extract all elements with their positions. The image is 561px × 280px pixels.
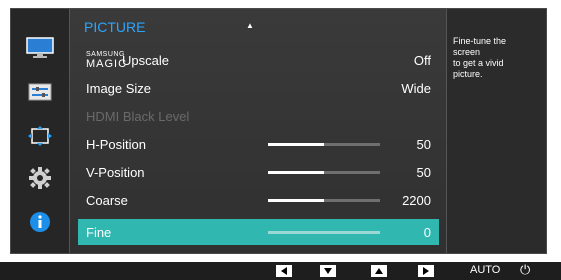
- down-arrow-icon: [324, 268, 332, 274]
- image-size-value: Wide: [401, 81, 431, 96]
- v-position-slider[interactable]: [268, 171, 380, 174]
- help-line: Fine-tune the: [453, 36, 507, 46]
- menu-row-h-position[interactable]: H-Position 50: [78, 131, 439, 157]
- right-arrow-button[interactable]: [418, 265, 434, 277]
- menu-row-image-size[interactable]: Image Size Wide: [78, 75, 439, 101]
- help-line: picture.: [453, 69, 483, 79]
- coarse-slider[interactable]: [268, 199, 380, 202]
- right-arrow-icon: [423, 267, 429, 275]
- left-arrow-button[interactable]: [276, 265, 292, 277]
- up-arrow-button[interactable]: [371, 265, 387, 277]
- help-text: Fine-tune the screen to get a vivid pict…: [453, 36, 539, 80]
- coarse-label: Coarse: [86, 193, 128, 208]
- magic-brand-big: MAGIC: [86, 58, 128, 70]
- left-arrow-icon: [281, 267, 287, 275]
- osd-menu: PICTURE ▲ SAMSUNG MAGIC Upscale Off Imag…: [69, 9, 447, 253]
- hdmi-black-level-label: HDMI Black Level: [86, 109, 190, 124]
- fine-value: 0: [423, 225, 431, 240]
- fine-label: Fine: [86, 225, 112, 240]
- monitor-icon[interactable]: [24, 35, 56, 61]
- menu-row-fine[interactable]: Fine 0: [78, 219, 439, 245]
- scroll-up-icon: ▲: [246, 21, 254, 30]
- fine-slider[interactable]: [268, 231, 380, 234]
- h-position-value: 50: [416, 137, 431, 152]
- button-guide-bar: AUTO ⏻: [0, 262, 561, 280]
- up-arrow-icon: [375, 268, 383, 274]
- magic-brand-small: SAMSUNG: [86, 51, 125, 58]
- help-line: screen: [453, 47, 481, 57]
- resize-arrows-icon[interactable]: [24, 123, 56, 149]
- osd-window: PICTURE ▲ SAMSUNG MAGIC Upscale Off Imag…: [10, 8, 547, 254]
- auto-button[interactable]: AUTO: [470, 264, 500, 276]
- v-position-value: 50: [416, 165, 431, 180]
- coarse-value: 2200: [402, 193, 431, 208]
- h-position-slider[interactable]: [268, 143, 380, 146]
- menu-row-hdmi-black-level: HDMI Black Level: [78, 103, 439, 129]
- down-arrow-button[interactable]: [320, 265, 336, 277]
- sliders-icon[interactable]: [24, 79, 56, 105]
- magic-upscale-label: Upscale: [122, 53, 169, 68]
- h-position-label: H-Position: [86, 137, 146, 152]
- power-icon[interactable]: ⏻: [520, 262, 530, 278]
- v-position-label: V-Position: [86, 165, 145, 180]
- menu-title: PICTURE: [84, 19, 146, 35]
- menu-row-coarse[interactable]: Coarse 2200: [78, 187, 439, 213]
- magic-upscale-value: Off: [413, 53, 431, 68]
- image-size-label: Image Size: [86, 81, 152, 96]
- menu-row-magic-upscale[interactable]: SAMSUNG MAGIC Upscale Off: [78, 47, 439, 73]
- gear-icon[interactable]: [24, 165, 56, 191]
- help-line: to get a vivid: [453, 58, 504, 68]
- menu-row-v-position[interactable]: V-Position 50: [78, 159, 439, 185]
- osd-sidebar: [11, 9, 69, 253]
- info-icon[interactable]: [24, 209, 56, 235]
